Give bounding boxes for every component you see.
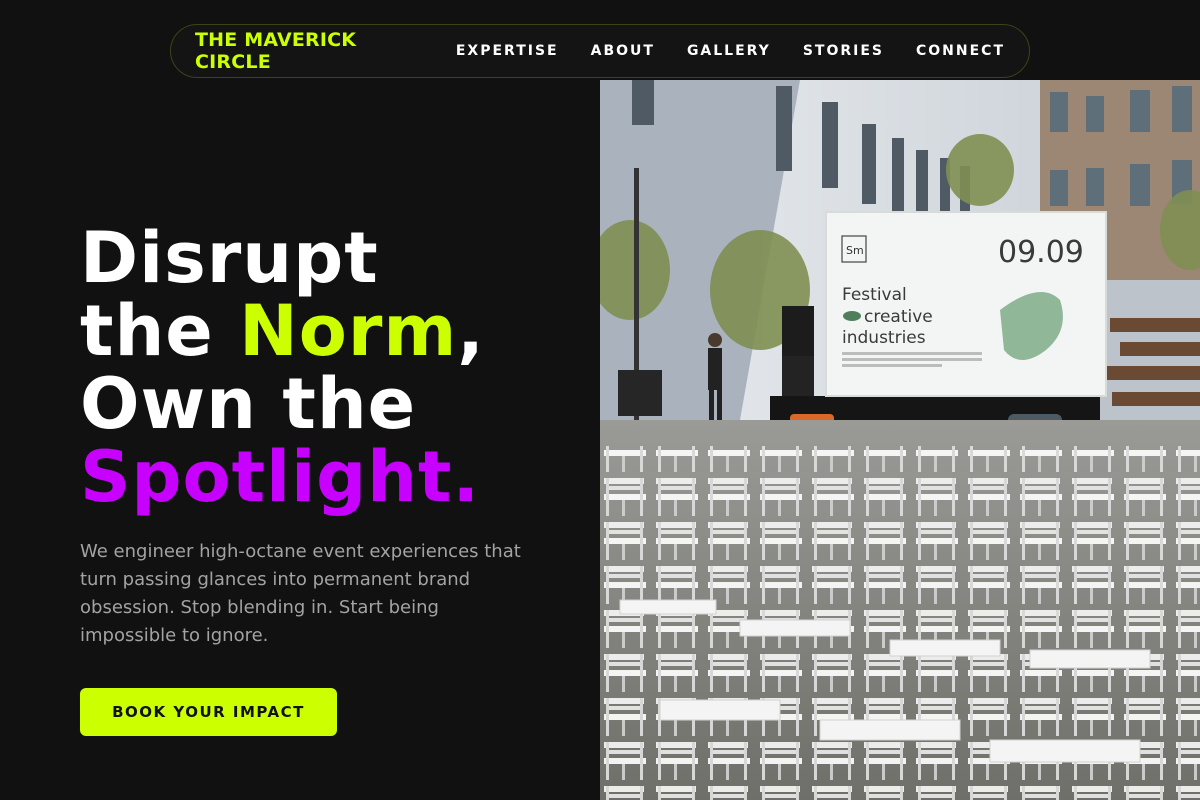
nav-link-expertise[interactable]: EXPERTISE bbox=[456, 43, 559, 59]
screen-logo: Sm bbox=[846, 244, 864, 257]
headline-comma: , bbox=[457, 290, 485, 372]
screen-date: 09.09 bbox=[998, 235, 1084, 270]
nav-link-about[interactable]: ABOUT bbox=[591, 43, 655, 59]
nav-link-connect[interactable]: CONNECT bbox=[916, 43, 1005, 59]
screen-title-line-2: creative bbox=[864, 307, 933, 327]
headline-highlight-norm: Norm bbox=[239, 290, 458, 372]
screen-title-line-3: industries bbox=[842, 328, 926, 348]
hero-section: Disrupt the Norm, Own the Spotlight. We … bbox=[80, 222, 580, 650]
hero-event-photo: Sm 09.09 Festival creative industries bbox=[600, 80, 1200, 800]
book-impact-button[interactable]: BOOK YOUR IMPACT bbox=[80, 688, 337, 736]
nav-link-gallery[interactable]: GALLERY bbox=[687, 43, 771, 59]
hero-subtext: We engineer high-octane event experience… bbox=[80, 541, 521, 646]
headline-line-1: Disrupt bbox=[80, 217, 379, 299]
hero-headline: Disrupt the Norm, Own the Spotlight. bbox=[80, 222, 580, 514]
headline-line-3: Own the bbox=[80, 363, 417, 445]
brand-logo[interactable]: THE MAVERICK CIRCLE bbox=[195, 29, 408, 73]
top-nav: THE MAVERICK CIRCLE EXPERTISE ABOUT GALL… bbox=[170, 24, 1030, 78]
screen-title-line-1: Festival bbox=[842, 285, 907, 305]
nav-link-stories[interactable]: STORIES bbox=[803, 43, 884, 59]
headline-highlight-spotlight: Spotlight. bbox=[80, 436, 481, 518]
headline-line-2a: the bbox=[80, 290, 240, 372]
nav-links: EXPERTISE ABOUT GALLERY STORIES CONNECT bbox=[456, 43, 1005, 59]
